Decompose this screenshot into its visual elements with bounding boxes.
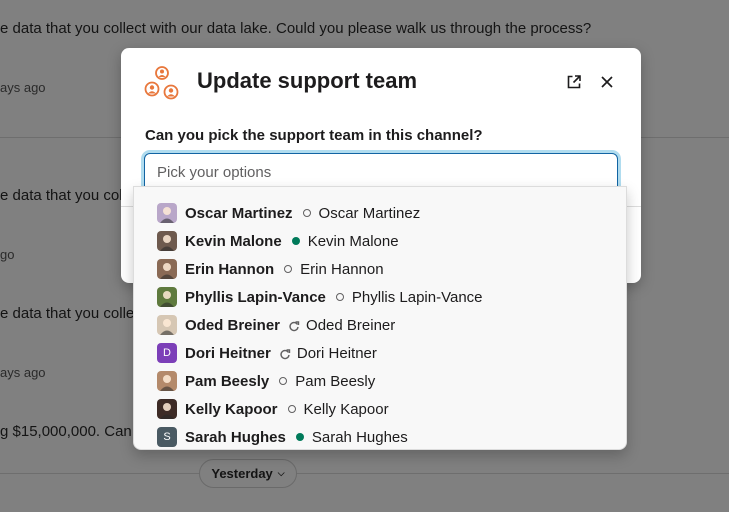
status-away-icon	[284, 265, 293, 273]
status-active-icon	[295, 433, 304, 441]
option-display-name: Phyllis Lapin-Vance	[185, 288, 326, 306]
option-item[interactable]: Kevin Malone Kevin Malone	[157, 230, 399, 252]
option-display-name: Oscar Martinez	[185, 204, 293, 222]
external-link-icon	[567, 75, 581, 89]
option-full-name: Dori Heitner	[296, 344, 377, 362]
divider	[0, 473, 729, 474]
option-full-name: Pam Beesly	[295, 372, 376, 390]
message-text: e data that you coll	[0, 187, 126, 204]
date-divider-button[interactable]: Yesterday ⌵	[199, 459, 297, 488]
message-text: e data that you collect with our data la…	[0, 20, 592, 37]
option-full-name: Kelly Kapoor	[303, 400, 389, 418]
huddle-status-icon	[288, 319, 300, 332]
option-item[interactable]: S Sarah Hughes Sarah Hughes	[157, 426, 408, 448]
avatar	[157, 259, 177, 279]
option-display-name: Pam Beesly	[185, 372, 270, 390]
avatar	[157, 315, 177, 335]
avatar: S	[157, 427, 177, 447]
close-icon	[601, 76, 613, 88]
avatar	[157, 371, 177, 391]
status-away-icon	[279, 377, 288, 385]
chevron-down-icon: ⌵	[277, 468, 285, 478]
question-label: Can you pick the support team in this ch…	[145, 127, 483, 144]
option-full-name: Sarah Hughes	[311, 428, 408, 446]
option-display-name: Kevin Malone	[185, 232, 282, 250]
option-item[interactable]: Phyllis Lapin-Vance Phyllis Lapin-Vance	[157, 286, 483, 308]
team-icon	[144, 66, 179, 100]
status-away-icon	[302, 209, 311, 217]
huddle-status-icon	[279, 347, 291, 360]
option-full-name: Erin Hannon	[300, 260, 384, 278]
close-button[interactable]	[596, 71, 618, 93]
status-away-icon	[335, 293, 344, 301]
option-full-name: Oscar Martinez	[318, 204, 421, 222]
message-text: e data that you collec	[0, 305, 142, 322]
open-external-button[interactable]	[563, 71, 585, 93]
option-item[interactable]: Pam Beesly Pam Beesly	[157, 370, 375, 392]
option-display-name: Sarah Hughes	[185, 428, 286, 446]
support-team-picker[interactable]: Pick your options	[144, 153, 618, 189]
option-item[interactable]: D Dori Heitner Dori Heitner	[157, 342, 377, 364]
modal-title: Update support team	[197, 68, 418, 93]
status-active-icon	[291, 237, 300, 245]
option-item[interactable]: Oded Breiner Oded Breiner	[157, 314, 395, 336]
avatar	[157, 287, 177, 307]
message-timestamp: go	[0, 247, 15, 262]
message-timestamp: ays ago	[0, 365, 46, 380]
options-dropdown: Oscar Martinez Oscar Martinez Kevin Malone…	[133, 186, 627, 450]
option-display-name: Kelly Kapoor	[185, 400, 278, 418]
option-full-name: Oded Breiner	[306, 316, 396, 334]
message-timestamp: ays ago	[0, 80, 46, 95]
option-display-name: Erin Hannon	[185, 260, 275, 278]
option-full-name: Kevin Malone	[307, 232, 399, 250]
option-item[interactable]: Kelly Kapoor Kelly Kapoor	[157, 398, 389, 420]
status-away-icon	[287, 405, 296, 413]
option-item[interactable]: Oscar Martinez Oscar Martinez	[157, 202, 420, 224]
avatar	[157, 203, 177, 223]
option-display-name: Oded Breiner	[185, 316, 281, 334]
option-full-name: Phyllis Lapin-Vance	[351, 288, 483, 306]
avatar	[157, 231, 177, 251]
date-divider-label: Yesterday	[211, 466, 273, 481]
picker-placeholder: Pick your options	[157, 164, 272, 181]
avatar: D	[157, 343, 177, 363]
option-item[interactable]: Erin Hannon Erin Hannon	[157, 258, 384, 280]
avatar	[157, 399, 177, 419]
option-display-name: Dori Heitner	[185, 344, 271, 362]
message-text: g $15,000,000. Can	[0, 423, 132, 440]
